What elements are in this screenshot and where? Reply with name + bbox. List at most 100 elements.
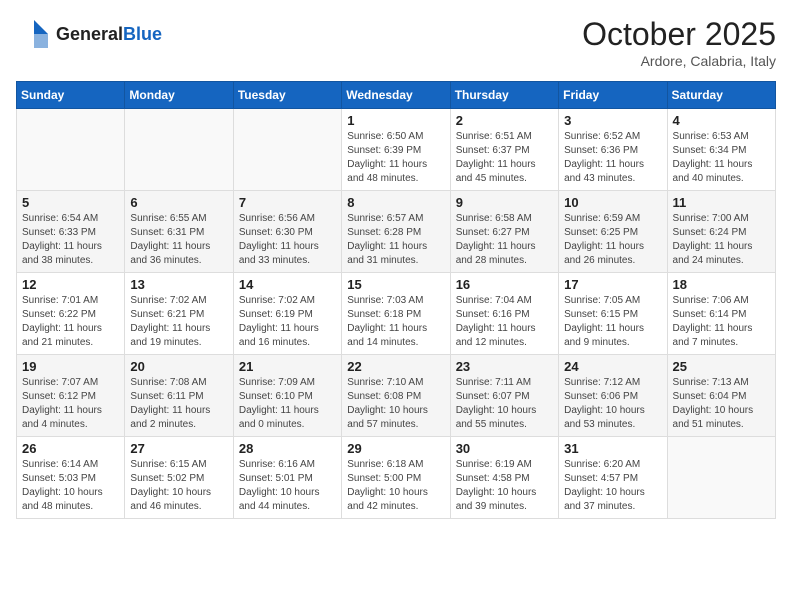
month-title: October 2025 [582,16,776,53]
calendar-day-cell: 16 Sunrise: 7:04 AM Sunset: 6:16 PM Dayli… [450,273,558,355]
calendar-day-cell [233,109,341,191]
logo-icon [16,16,52,52]
day-info: Sunrise: 7:13 AM Sunset: 6:04 PM Dayligh… [673,376,770,432]
day-info: Sunrise: 6:55 AM Sunset: 6:31 PM Dayligh… [130,212,227,268]
weekday-header: Sunday [17,82,125,109]
calendar-week-row: 1 Sunrise: 6:50 AM Sunset: 6:39 PM Daylig… [17,109,776,191]
calendar-table: SundayMondayTuesdayWednesdayThursdayFrid… [16,81,776,519]
calendar-week-row: 19 Sunrise: 7:07 AM Sunset: 6:12 PM Dayli… [17,355,776,437]
calendar-day-cell: 2Sunrise: 6:51 AM Sunset: 6:37 PM Daylig… [450,109,558,191]
title-block: October 2025 Ardore, Calabria, Italy [582,16,776,69]
day-info: Sunrise: 7:07 AM Sunset: 6:12 PM Dayligh… [22,376,119,432]
location: Ardore, Calabria, Italy [582,53,776,69]
day-number: 24 [564,359,661,374]
calendar-day-cell: 26 Sunrise: 6:14 AM Sunset: 5:03 PM Dayli… [17,437,125,519]
day-number: 31 [564,441,661,456]
day-info: Sunrise: 7:05 AM Sunset: 6:15 PM Dayligh… [564,294,661,350]
calendar-day-cell: 23 Sunrise: 7:11 AM Sunset: 6:07 PM Dayli… [450,355,558,437]
day-info: Sunrise: 6:53 AM Sunset: 6:34 PM Dayligh… [673,130,770,186]
calendar-day-cell: 3 Sunrise: 6:52 AM Sunset: 6:36 PM Daylig… [559,109,667,191]
calendar-day-cell: 19 Sunrise: 7:07 AM Sunset: 6:12 PM Dayli… [17,355,125,437]
calendar-day-cell: 14 Sunrise: 7:02 AM Sunset: 6:19 PM Dayli… [233,273,341,355]
day-info: Sunrise: 7:11 AM Sunset: 6:07 PM Dayligh… [456,376,553,432]
calendar-week-row: 12Sunrise: 7:01 AM Sunset: 6:22 PM Dayli… [17,273,776,355]
day-info: Sunrise: 6:54 AM Sunset: 6:33 PM Dayligh… [22,212,119,268]
day-number: 22 [347,359,444,374]
weekday-header: Thursday [450,82,558,109]
day-info: Sunrise: 6:50 AM Sunset: 6:39 PM Dayligh… [347,130,444,186]
calendar-day-cell: 22 Sunrise: 7:10 AM Sunset: 6:08 PM Dayli… [342,355,450,437]
calendar-day-cell: 5Sunrise: 6:54 AM Sunset: 6:33 PM Daylig… [17,191,125,273]
day-number: 28 [239,441,336,456]
day-number: 21 [239,359,336,374]
weekday-header: Tuesday [233,82,341,109]
day-number: 13 [130,277,227,292]
day-info: Sunrise: 6:16 AM Sunset: 5:01 PM Dayligh… [239,458,336,514]
day-info: Sunrise: 7:12 AM Sunset: 6:06 PM Dayligh… [564,376,661,432]
day-info: Sunrise: 7:10 AM Sunset: 6:08 PM Dayligh… [347,376,444,432]
day-info: Sunrise: 6:19 AM Sunset: 4:58 PM Dayligh… [456,458,553,514]
day-number: 23 [456,359,553,374]
day-number: 27 [130,441,227,456]
day-number: 26 [22,441,119,456]
day-number: 3 [564,113,661,128]
calendar-day-cell [667,437,775,519]
day-number: 9 [456,195,553,210]
logo: GeneralBlue [16,16,162,52]
day-info: Sunrise: 7:09 AM Sunset: 6:10 PM Dayligh… [239,376,336,432]
day-info: Sunrise: 7:06 AM Sunset: 6:14 PM Dayligh… [673,294,770,350]
logo-text: GeneralBlue [56,24,162,45]
day-info: Sunrise: 6:59 AM Sunset: 6:25 PM Dayligh… [564,212,661,268]
day-number: 14 [239,277,336,292]
weekday-header: Saturday [667,82,775,109]
day-info: Sunrise: 7:04 AM Sunset: 6:16 PM Dayligh… [456,294,553,350]
calendar-day-cell: 30 Sunrise: 6:19 AM Sunset: 4:58 PM Dayli… [450,437,558,519]
day-number: 20 [130,359,227,374]
day-number: 30 [456,441,553,456]
day-number: 25 [673,359,770,374]
day-number: 29 [347,441,444,456]
day-info: Sunrise: 7:00 AM Sunset: 6:24 PM Dayligh… [673,212,770,268]
calendar-day-cell: 17 Sunrise: 7:05 AM Sunset: 6:15 PM Dayli… [559,273,667,355]
calendar-day-cell: 13Sunrise: 7:02 AM Sunset: 6:21 PM Dayli… [125,273,233,355]
calendar-day-cell: 24 Sunrise: 7:12 AM Sunset: 6:06 PM Dayli… [559,355,667,437]
calendar-day-cell: 31Sunrise: 6:20 AM Sunset: 4:57 PM Dayli… [559,437,667,519]
day-info: Sunrise: 6:57 AM Sunset: 6:28 PM Dayligh… [347,212,444,268]
day-number: 19 [22,359,119,374]
day-info: Sunrise: 7:02 AM Sunset: 6:19 PM Dayligh… [239,294,336,350]
calendar-header-row: SundayMondayTuesdayWednesdayThursdayFrid… [17,82,776,109]
day-info: Sunrise: 6:14 AM Sunset: 5:03 PM Dayligh… [22,458,119,514]
day-number: 18 [673,277,770,292]
day-number: 1 [347,113,444,128]
day-info: Sunrise: 6:51 AM Sunset: 6:37 PM Dayligh… [456,130,553,186]
calendar-day-cell: 20 Sunrise: 7:08 AM Sunset: 6:11 PM Dayli… [125,355,233,437]
calendar-day-cell: 10 Sunrise: 6:59 AM Sunset: 6:25 PM Dayli… [559,191,667,273]
day-number: 10 [564,195,661,210]
calendar-day-cell: 8 Sunrise: 6:57 AM Sunset: 6:28 PM Daylig… [342,191,450,273]
calendar-day-cell: 27 Sunrise: 6:15 AM Sunset: 5:02 PM Dayli… [125,437,233,519]
day-number: 16 [456,277,553,292]
day-number: 8 [347,195,444,210]
calendar-day-cell: 28 Sunrise: 6:16 AM Sunset: 5:01 PM Dayli… [233,437,341,519]
calendar-day-cell: 18 Sunrise: 7:06 AM Sunset: 6:14 PM Dayli… [667,273,775,355]
calendar-day-cell: 4 Sunrise: 6:53 AM Sunset: 6:34 PM Daylig… [667,109,775,191]
day-number: 7 [239,195,336,210]
day-info: Sunrise: 7:03 AM Sunset: 6:18 PM Dayligh… [347,294,444,350]
day-info: Sunrise: 6:52 AM Sunset: 6:36 PM Dayligh… [564,130,661,186]
calendar-day-cell [125,109,233,191]
weekday-header: Wednesday [342,82,450,109]
day-number: 4 [673,113,770,128]
calendar-day-cell: 12Sunrise: 7:01 AM Sunset: 6:22 PM Dayli… [17,273,125,355]
day-info: Sunrise: 6:15 AM Sunset: 5:02 PM Dayligh… [130,458,227,514]
day-info: Sunrise: 7:08 AM Sunset: 6:11 PM Dayligh… [130,376,227,432]
calendar-day-cell: 7 Sunrise: 6:56 AM Sunset: 6:30 PM Daylig… [233,191,341,273]
day-info: Sunrise: 6:18 AM Sunset: 5:00 PM Dayligh… [347,458,444,514]
day-number: 17 [564,277,661,292]
calendar-day-cell: 15Sunrise: 7:03 AM Sunset: 6:18 PM Dayli… [342,273,450,355]
page-header: GeneralBlue October 2025 Ardore, Calabri… [16,16,776,69]
calendar-day-cell [17,109,125,191]
weekday-header: Friday [559,82,667,109]
day-number: 12 [22,277,119,292]
day-info: Sunrise: 6:56 AM Sunset: 6:30 PM Dayligh… [239,212,336,268]
calendar-day-cell: 9Sunrise: 6:58 AM Sunset: 6:27 PM Daylig… [450,191,558,273]
